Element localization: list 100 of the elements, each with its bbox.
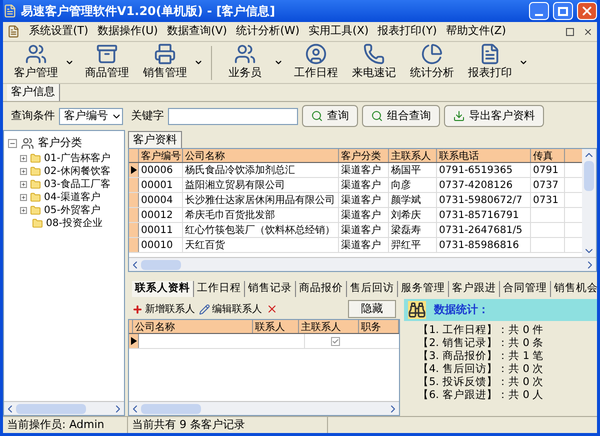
detail-tab[interactable]: 合同管理 <box>500 281 551 297</box>
folder-icon <box>29 204 42 216</box>
detail-tab[interactable]: 售后回访 <box>347 281 398 297</box>
tree-item[interactable]: 08-投资企业 <box>46 216 102 230</box>
status-records: 当前共有 9 条客户记录 <box>128 417 328 433</box>
query-button[interactable]: 查询 <box>302 105 358 127</box>
toolbar-button[interactable]: 统计分析 <box>403 43 461 82</box>
export-icon <box>453 110 465 122</box>
toolbar-icon <box>363 43 385 66</box>
stats-line: 【5. 投诉反馈】：共 0 次 <box>418 376 545 389</box>
people-icon <box>21 136 34 150</box>
query-button[interactable]: 组合查询 <box>362 105 440 127</box>
column-header[interactable]: 客户分类 <box>339 149 389 162</box>
dropdown-caret-icon[interactable] <box>65 58 74 67</box>
table-cell: 0737 <box>531 178 565 192</box>
toolbar-button[interactable]: 商品管理 <box>78 43 136 82</box>
detail-tab[interactable]: 工作日程 <box>194 281 245 297</box>
keyword-field[interactable] <box>168 108 298 124</box>
tree-item[interactable]: 03-食品工厂客 <box>44 176 110 192</box>
tree-item[interactable]: 01-广告杯客户 <box>44 150 110 166</box>
column-header[interactable]: 主联系人 <box>299 320 359 333</box>
menu-item[interactable]: 帮助文件(Z) <box>446 23 506 40</box>
tree-toggle-icon[interactable] <box>8 138 17 148</box>
detail-tab[interactable]: 联系人资料 <box>132 281 194 297</box>
tree-toggle-icon[interactable] <box>20 194 27 200</box>
condition-dropdown[interactable]: 客户编号 <box>59 108 123 124</box>
toolbar-button[interactable]: 工作日程 <box>287 43 345 82</box>
menu-item[interactable]: 数据操作(U) <box>97 23 158 40</box>
tree-toggle-icon[interactable] <box>20 168 27 174</box>
menu-item[interactable]: 数据查询(V) <box>166 23 228 40</box>
column-header[interactable]: 传真 <box>531 149 565 162</box>
toolbar-button[interactable]: 业务员 <box>216 43 274 82</box>
delete-icon[interactable] <box>266 303 278 315</box>
restore-icon[interactable] <box>566 28 574 36</box>
scroll-thumb[interactable] <box>584 161 594 191</box>
dropdown-caret-icon[interactable] <box>519 58 528 67</box>
column-header[interactable]: 联系人 <box>253 320 299 333</box>
main-contact-checkbox[interactable] <box>330 336 340 346</box>
toolbar-button[interactable]: 来电速记 <box>345 43 403 82</box>
scroll-thumb[interactable] <box>141 404 201 414</box>
vertical-scrollbar[interactable] <box>582 149 596 257</box>
document-tab[interactable]: 客户信息 <box>7 84 60 101</box>
tree-toggle-icon[interactable] <box>20 154 27 162</box>
table-cell: 羿红平 <box>389 238 437 252</box>
column-header[interactable]: 公司名称 <box>133 320 253 333</box>
menu-item[interactable]: 报表打印(Y) <box>378 23 437 40</box>
hide-button[interactable]: 隐藏 <box>348 300 396 318</box>
tree-item[interactable]: 客户分类 <box>38 135 82 152</box>
close-icon <box>580 4 594 18</box>
table-cell: 00011 <box>139 223 183 237</box>
detail-tab[interactable]: 服务管理 <box>398 281 449 297</box>
table-cell: 00012 <box>139 208 183 222</box>
detail-tab[interactable]: 销售机会 <box>551 281 600 297</box>
dropdown-caret-icon[interactable] <box>194 58 203 67</box>
tree-item[interactable]: 05-外贸客户 <box>44 202 100 218</box>
detail-tab[interactable]: 客户跟进 <box>449 281 500 297</box>
horizontal-scrollbar[interactable] <box>4 401 124 415</box>
close-icon[interactable] <box>583 26 593 36</box>
table-cell: 0731-85716791 <box>437 208 531 222</box>
toolbar-button[interactable]: 客户管理 <box>7 43 65 82</box>
query-button[interactable]: 导出客户资料 <box>444 105 544 127</box>
minimize-button[interactable] <box>529 2 549 20</box>
table-cell: 益阳湘立贸易有限公司 <box>183 178 339 192</box>
tree-toggle-icon[interactable] <box>20 180 27 188</box>
detail-tab[interactable]: 销售记录 <box>245 281 296 297</box>
toolbar-icon <box>154 43 176 66</box>
folder-icon <box>29 166 42 176</box>
table-cell: 0737-4208126 <box>437 178 531 192</box>
pencil-icon <box>199 304 210 314</box>
table-cell: 颜学斌 <box>389 193 437 207</box>
dropdown-caret-icon[interactable] <box>274 58 283 67</box>
row-indicator[interactable] <box>129 334 139 348</box>
scroll-thumb[interactable] <box>16 404 86 414</box>
add-contact-button[interactable]: 新增联系人 <box>132 302 195 316</box>
close-button[interactable] <box>577 2 597 20</box>
table-cell: 0731 <box>531 193 565 207</box>
column-header[interactable]: 公司名称 <box>183 149 339 162</box>
column-header[interactable]: 联系电话 <box>437 149 531 162</box>
tree-item[interactable]: 02-休闲餐饮客 <box>44 164 110 178</box>
column-header[interactable]: 客户编号 <box>139 149 183 162</box>
tree-toggle-icon[interactable] <box>20 206 27 214</box>
edit-contact-button[interactable]: 编辑联系人 <box>199 302 262 316</box>
toolbar-button[interactable]: 报表打印 <box>461 43 519 82</box>
menu-item[interactable]: 统计分析(W) <box>236 23 300 40</box>
search-icon <box>311 110 323 122</box>
detail-tab[interactable]: 商品报价 <box>296 281 347 297</box>
toolbar-button[interactable]: 销售管理 <box>136 43 194 82</box>
column-header[interactable]: 职务 <box>359 320 399 333</box>
tree-item[interactable]: 04-渠道客户 <box>44 190 100 204</box>
horizontal-scrollbar[interactable] <box>129 401 399 415</box>
menu-item[interactable]: 系统设置(T) <box>29 23 88 40</box>
customer-tab[interactable]: 客户资料 <box>128 130 182 148</box>
toolbar-icon <box>479 43 501 66</box>
menu-item[interactable]: 实用工具(X) <box>308 23 369 40</box>
column-header[interactable]: 主联系人 <box>389 149 437 162</box>
folder-icon <box>29 192 42 202</box>
stats-line: 【2. 销售记录】：共 0 条 <box>418 337 545 350</box>
scroll-thumb[interactable] <box>141 260 181 270</box>
maximize-button[interactable] <box>553 2 573 20</box>
horizontal-scrollbar[interactable] <box>129 257 596 271</box>
